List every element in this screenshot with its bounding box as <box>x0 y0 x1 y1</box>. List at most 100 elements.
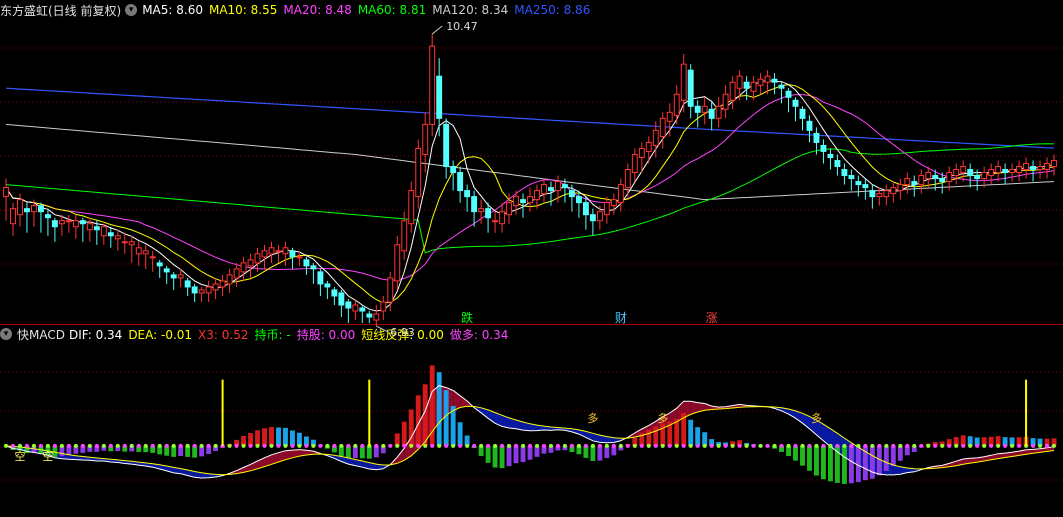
zero-dot-26 <box>185 443 190 448</box>
zero-dot-132 <box>926 443 931 448</box>
zero-dot-139 <box>975 443 980 448</box>
zero-dot-72 <box>507 443 512 448</box>
zero-dot-18 <box>129 443 134 448</box>
zero-dot-136 <box>954 443 959 448</box>
candle-37 <box>261 250 268 258</box>
zero-dot-21 <box>150 443 155 448</box>
event-marker-2[interactable]: 涨 <box>706 310 718 325</box>
candle-36 <box>254 253 261 264</box>
macd-fill-65 <box>460 395 468 408</box>
zero-dot-39 <box>276 443 281 448</box>
candle-27 <box>191 286 198 294</box>
candle-137 <box>960 166 967 174</box>
candle-142 <box>995 166 1002 174</box>
candle-81 <box>568 190 575 198</box>
stock-chart[interactable]: 10.476.93跌财涨增预空空多多多 <box>0 0 1063 517</box>
zero-dot-55 <box>388 443 393 448</box>
macd-bar-85 <box>597 445 603 461</box>
macd-bar-84 <box>590 445 596 461</box>
zero-dot-130 <box>912 443 917 448</box>
zero-dot-87 <box>611 443 616 448</box>
candle-87 <box>610 199 617 207</box>
zero-dot-73 <box>514 443 519 448</box>
zero-dot-120 <box>842 443 847 448</box>
candle-113 <box>792 99 799 107</box>
zero-dot-118 <box>828 443 833 448</box>
candle-70 <box>492 220 499 223</box>
candle-125 <box>876 193 883 198</box>
zero-dot-102 <box>716 443 721 448</box>
zero-dot-22 <box>157 443 162 448</box>
candle-19 <box>135 247 142 255</box>
macd-bar-124 <box>869 445 875 479</box>
zero-dot-8 <box>59 443 64 448</box>
candle-119 <box>834 159 841 168</box>
zero-dot-100 <box>702 443 707 448</box>
macd-bar-115 <box>807 445 812 471</box>
zero-dot-75 <box>528 443 533 448</box>
candle-66 <box>464 190 471 198</box>
candle-9 <box>65 220 72 223</box>
candle-3 <box>24 208 30 213</box>
candle-146 <box>1023 163 1030 171</box>
candle-65 <box>457 172 464 192</box>
candle-6 <box>44 214 51 219</box>
macd-bar-121 <box>848 445 854 484</box>
event-marker-0[interactable]: 跌 <box>461 310 473 325</box>
zero-dot-123 <box>863 443 868 448</box>
zero-dot-47 <box>332 443 337 448</box>
candle-53 <box>373 313 380 321</box>
zero-dot-13 <box>94 443 99 448</box>
high-label: 10.47 <box>446 20 478 33</box>
macd-bar-98 <box>688 419 694 446</box>
zero-dot-19 <box>136 443 141 448</box>
zero-dot-44 <box>311 443 316 448</box>
zero-dot-43 <box>304 443 309 448</box>
candle-20 <box>142 250 149 255</box>
macd-bar-100 <box>702 432 708 446</box>
macd-bar-70 <box>492 445 498 468</box>
zero-dot-76 <box>534 443 539 448</box>
candle-23 <box>163 268 170 273</box>
zero-dot-24 <box>171 443 176 448</box>
candle-107 <box>750 81 757 92</box>
zero-dot-46 <box>325 443 330 448</box>
zero-dot-5 <box>38 443 43 448</box>
candle-26 <box>184 280 191 288</box>
candle-110 <box>771 78 778 83</box>
candle-61 <box>429 45 436 125</box>
zero-dot-20 <box>143 443 148 448</box>
zero-dot-108 <box>758 443 763 448</box>
zero-dot-59 <box>416 443 421 448</box>
zero-dot-38 <box>269 443 274 448</box>
zero-dot-127 <box>891 443 896 448</box>
candle-29 <box>205 286 212 294</box>
candle-64 <box>450 166 457 174</box>
zero-dot-149 <box>1045 443 1050 448</box>
candle-40 <box>282 247 289 255</box>
ma20-line <box>5 94 1055 281</box>
candle-31 <box>219 280 226 288</box>
zero-dot-58 <box>409 443 414 448</box>
zero-dot-141 <box>989 443 994 448</box>
macd-bar-69 <box>485 445 491 463</box>
macd-bar-71 <box>499 445 505 469</box>
zero-dot-93 <box>653 443 658 448</box>
zero-dot-1 <box>10 443 15 448</box>
macd-bar-128 <box>897 445 903 461</box>
zero-dot-99 <box>695 443 700 448</box>
candle-93 <box>652 129 659 146</box>
event-marker-1[interactable]: 财 <box>615 311 627 325</box>
zero-dot-128 <box>898 443 903 448</box>
candle-71 <box>499 211 506 225</box>
zero-dot-74 <box>521 443 526 448</box>
zero-dot-79 <box>555 443 560 448</box>
candle-16 <box>114 235 121 240</box>
zero-dot-50 <box>353 443 358 448</box>
macd-bar-120 <box>841 445 847 484</box>
candle-102 <box>715 105 722 119</box>
macd-bar-116 <box>814 445 819 476</box>
zero-dot-140 <box>982 443 987 448</box>
candle-2 <box>17 199 23 216</box>
macd-signal-label-0: 空 <box>14 449 25 463</box>
